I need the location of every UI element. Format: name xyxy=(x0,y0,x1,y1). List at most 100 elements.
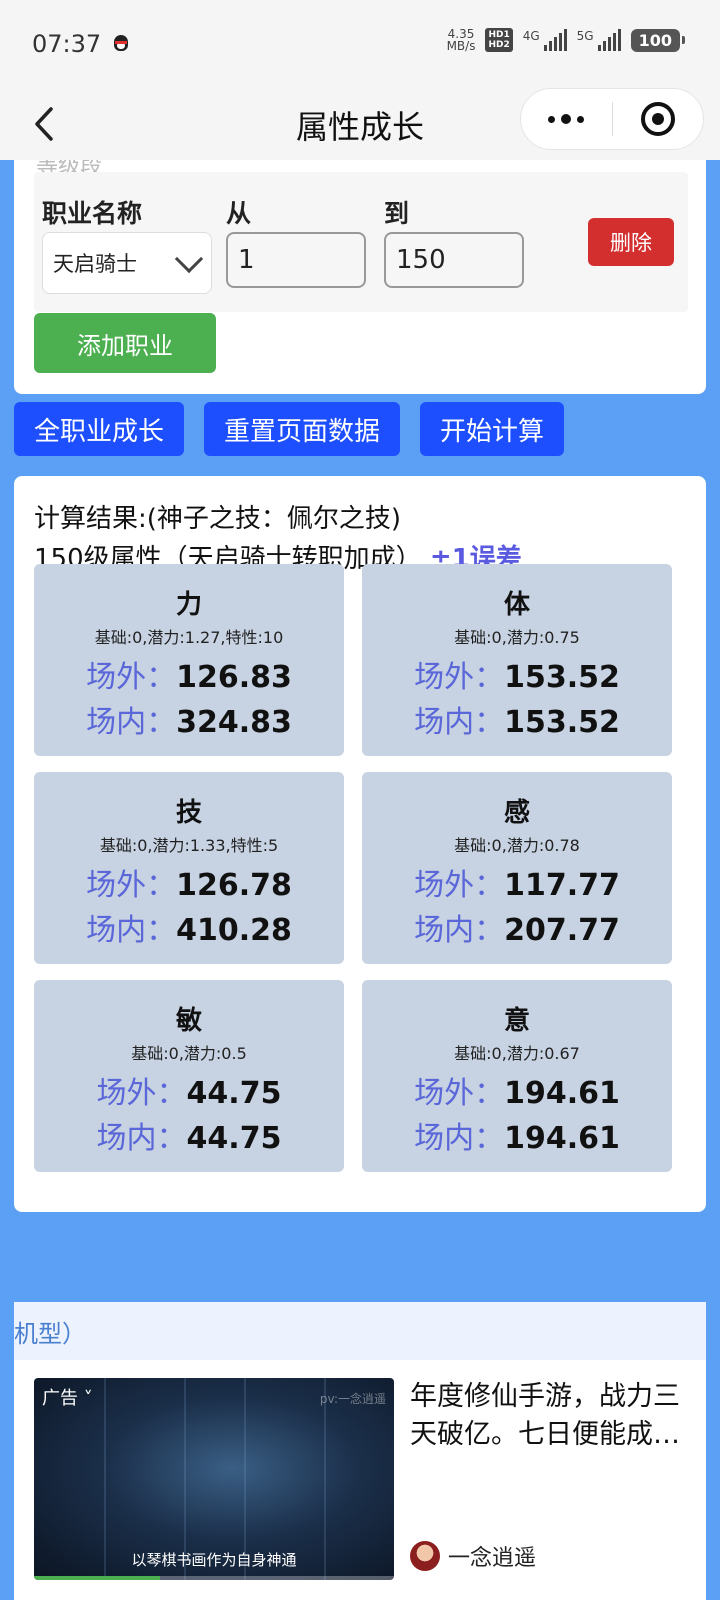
inside-label: 场内： xyxy=(414,705,505,740)
hd2-label: HD2 xyxy=(488,40,510,50)
chevron-down-icon xyxy=(174,244,204,274)
ad-author: 一念逍遥 xyxy=(410,1540,536,1572)
inside-label: 场内： xyxy=(414,1121,505,1156)
ad-title[interactable]: 年度修仙手游，战力三天破亿。七日便能成… xyxy=(410,1378,690,1454)
outside-value: 117.77 xyxy=(504,868,620,903)
nav-bar: 属性成长 xyxy=(0,88,720,160)
job-select[interactable]: 天启骑士 xyxy=(42,232,212,294)
job-select-value: 天启骑士 xyxy=(53,252,137,276)
ad-card[interactable]: 广告 ˅ pv:一念逍遥 以琴棋书画作为自身神通 年度修仙手游，战力三天破亿。七… xyxy=(14,1360,706,1600)
inside-value: 324.83 xyxy=(176,705,292,740)
inside-label: 场内： xyxy=(96,1121,187,1156)
inside-value: 194.61 xyxy=(504,1121,620,1156)
chevron-down-icon: ˅ xyxy=(78,1388,93,1409)
ad-watermark: pv:一念逍遥 xyxy=(319,1392,386,1406)
stat-desc: 基础:0,潜力:1.27,特性:10 xyxy=(94,628,284,647)
ad-progress-bar xyxy=(34,1576,394,1580)
stat-outside: 场外： 117.77 xyxy=(362,860,672,904)
ad-header-text: 机型） xyxy=(14,1319,86,1348)
inside-label: 场内： xyxy=(86,913,177,948)
ad-section-header: 机型） xyxy=(14,1302,706,1360)
status-time: 07:37 xyxy=(32,30,102,58)
stat-inside: 场内： 153.52 xyxy=(362,697,672,741)
qq-icon xyxy=(111,33,131,55)
delete-button[interactable]: 删除 xyxy=(588,218,674,266)
from-label: 从 xyxy=(226,199,252,228)
stat-inside: 场内： 44.75 xyxy=(34,1113,344,1157)
stat-inside: 场内： 410.28 xyxy=(34,905,344,949)
miniprogram-capsule xyxy=(520,88,704,150)
add-job-button[interactable]: 添加职业 xyxy=(34,313,216,373)
ad-progress-fill xyxy=(34,1576,160,1580)
status-bar: 07:37 4.35 MB/s HD1 HD2 4G 5G 100 xyxy=(0,0,720,88)
signal-4g-icon: 4G xyxy=(523,29,567,51)
outside-label: 场外： xyxy=(96,1076,187,1111)
stat-desc: 基础:0,潜力:0.67 xyxy=(454,1044,580,1063)
signal-4g-label: 4G xyxy=(522,29,540,43)
stat-card-agility: 敏 基础:0,潜力:0.5 场外： 44.75 场内： 44.75 xyxy=(34,980,344,1172)
stat-card-skill: 技 基础:0,潜力:1.33,特性:5 场外： 126.78 场内： 410.28 xyxy=(34,772,344,964)
stat-name: 体 xyxy=(503,590,530,620)
job-row: 职业名称 从 到 天启骑士 1 150 删除 xyxy=(34,172,688,312)
level-to-input[interactable]: 150 xyxy=(384,232,524,288)
level-from-input[interactable]: 1 xyxy=(226,232,366,288)
all-job-growth-button[interactable]: 全职业成长 xyxy=(14,402,184,456)
status-indicators: 4.35 MB/s HD1 HD2 4G 5G 100 xyxy=(446,28,686,53)
stat-inside: 场内： 194.61 xyxy=(362,1113,672,1157)
ad-author-name: 一念逍遥 xyxy=(448,1546,537,1571)
battery-icon: 100 xyxy=(630,28,686,52)
outside-value: 194.61 xyxy=(504,1076,620,1111)
inside-value: 153.52 xyxy=(504,705,620,740)
network-speed-unit: MB/s xyxy=(446,39,476,53)
stat-inside: 场内： 324.83 xyxy=(34,697,344,741)
ad-tag-label: 广告 xyxy=(42,1388,78,1409)
job-name-label: 职业名称 xyxy=(42,199,143,228)
ad-video-thumbnail[interactable]: 广告 ˅ pv:一念逍遥 以琴棋书画作为自身神通 xyxy=(34,1378,394,1580)
inside-label: 场内： xyxy=(86,705,177,740)
inside-value: 410.28 xyxy=(176,913,292,948)
result-title: 计算结果:(神子之技：佩尔之技) xyxy=(34,504,402,534)
stat-desc: 基础:0,潜力:0.75 xyxy=(454,628,580,647)
hd-icon: HD1 HD2 xyxy=(485,28,513,52)
outside-label: 场外： xyxy=(414,868,505,903)
inside-value: 207.77 xyxy=(504,913,620,948)
ad-caption: 以琴棋书画作为自身神通 xyxy=(131,1551,297,1569)
stat-card-strength: 力 基础:0,潜力:1.27,特性:10 场外： 126.83 场内： 324.83 xyxy=(34,564,344,756)
outside-value: 44.75 xyxy=(186,1076,282,1111)
reset-page-button[interactable]: 重置页面数据 xyxy=(204,402,400,456)
stat-outside: 场外： 44.75 xyxy=(34,1068,344,1112)
outside-value: 153.52 xyxy=(504,660,620,695)
ad-tag[interactable]: 广告 ˅ xyxy=(42,1384,93,1410)
stat-card-sense: 感 基础:0,潜力:0.78 场外： 117.77 场内： 207.77 xyxy=(362,772,672,964)
to-label: 到 xyxy=(384,199,410,228)
outside-label: 场外： xyxy=(86,868,177,903)
more-button[interactable] xyxy=(521,114,612,124)
stat-outside: 场外： 153.52 xyxy=(362,652,672,696)
result-card: 计算结果:(神子之技：佩尔之技) 150级属性（天启骑士转职加成） ±1误差 力… xyxy=(14,476,706,1212)
stat-card-will: 意 基础:0,潜力:0.67 场外： 194.61 场内： 194.61 xyxy=(362,980,672,1172)
stat-outside: 场外： 126.78 xyxy=(34,860,344,904)
signal-5g-label: 5G xyxy=(576,29,594,43)
hd1-label: HD1 xyxy=(488,30,510,40)
start-calculate-button[interactable]: 开始计算 xyxy=(420,402,564,456)
inside-label: 场内： xyxy=(414,913,505,948)
stat-card-constitution: 体 基础:0,潜力:0.75 场外： 153.52 场内： 153.52 xyxy=(362,564,672,756)
outside-value: 126.78 xyxy=(176,868,292,903)
stat-outside: 场外： 194.61 xyxy=(362,1068,672,1112)
target-icon xyxy=(640,102,675,136)
avatar xyxy=(410,1541,440,1571)
signal-5g-icon: 5G xyxy=(577,29,621,51)
outside-value: 126.83 xyxy=(176,660,292,695)
stat-name: 技 xyxy=(175,798,202,828)
stat-name: 意 xyxy=(503,1006,530,1036)
stat-desc: 基础:0,潜力:0.78 xyxy=(454,836,580,855)
close-miniprogram-button[interactable] xyxy=(613,102,704,136)
inside-value: 44.75 xyxy=(186,1121,282,1156)
stat-name: 力 xyxy=(175,590,202,620)
stat-desc: 基础:0,潜力:0.5 xyxy=(131,1044,247,1063)
stat-desc: 基础:0,潜力:1.33,特性:5 xyxy=(99,836,279,855)
stat-name: 感 xyxy=(503,798,530,828)
outside-label: 场外： xyxy=(86,660,177,695)
outside-label: 场外： xyxy=(414,660,505,695)
outside-label: 场外： xyxy=(414,1076,505,1111)
